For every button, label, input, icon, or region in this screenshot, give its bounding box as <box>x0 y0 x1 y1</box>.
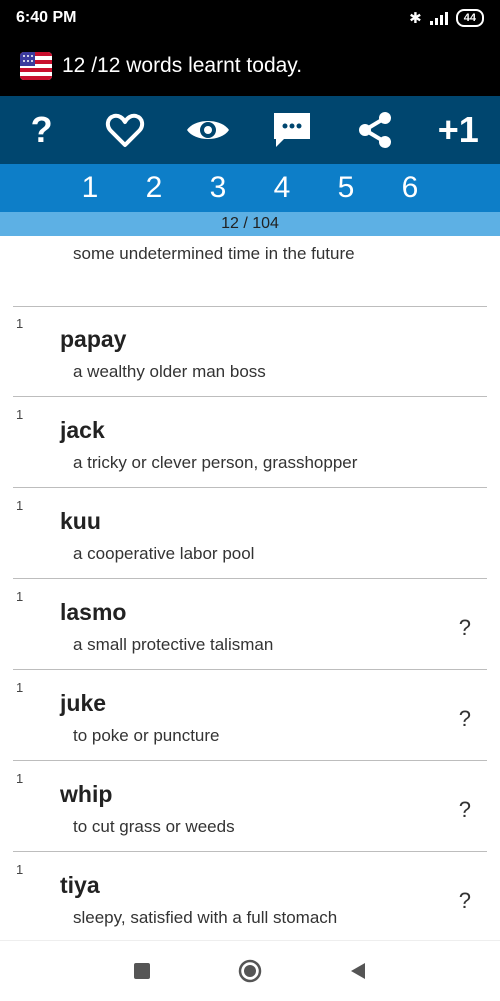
help-button[interactable]: ? <box>12 100 72 160</box>
progress-bar: 12 / 104 <box>0 212 500 236</box>
row-count: 1 <box>16 680 24 695</box>
back-triangle-icon <box>351 963 365 979</box>
row-count: 1 <box>16 407 24 422</box>
level-tab-5[interactable]: 5 <box>331 171 361 205</box>
eye-icon <box>187 121 230 139</box>
row-definition: a small protective talisman <box>73 635 274 654</box>
row-definition: sleepy, satisfied with a full stomach <box>73 908 338 927</box>
level-tab-4[interactable]: 4 <box>267 171 297 205</box>
circle-icon <box>238 959 262 983</box>
list-item[interactable]: 1 tiya sleepy, satisfied with a full sto… <box>13 852 487 940</box>
plus-one-button[interactable]: +1 <box>428 100 488 160</box>
back-button[interactable] <box>343 956 373 986</box>
row-hint[interactable]: ? <box>459 615 471 641</box>
comment-icon <box>273 113 310 147</box>
row-definition: a tricky or clever person, grasshopper <box>73 453 358 472</box>
recents-button[interactable] <box>127 956 157 986</box>
status-time: 6:40 PM <box>16 9 77 26</box>
row-word: kuu <box>60 508 101 534</box>
row-word: whip <box>60 781 113 807</box>
help-icon: ? <box>30 109 53 150</box>
row-word: juke <box>60 690 107 716</box>
row-count: 1 <box>16 316 24 331</box>
list-item[interactable]: 1 kuu a cooperative labor pool <box>13 488 487 579</box>
row-definition: a wealthy older man boss <box>73 362 266 381</box>
level-selector: 1 2 3 4 5 6 <box>0 164 500 212</box>
status-bar: 6:40 PM ✱ 44 <box>0 0 500 36</box>
level-tab-3[interactable]: 3 <box>203 171 233 205</box>
list-item[interactable]: 1 whip to cut grass or weeds ? <box>13 761 487 852</box>
row-count: 1 <box>16 498 24 513</box>
level-tab-6[interactable]: 6 <box>395 171 425 205</box>
level-tab-1[interactable]: 1 <box>75 171 105 205</box>
row-hint[interactable]: ? <box>459 706 471 732</box>
signal-icon <box>429 11 448 25</box>
heart-icon <box>105 113 145 147</box>
row-word: lasmo <box>60 599 127 625</box>
plus-one: +1 <box>437 109 479 150</box>
status-icons: ✱ 44 <box>409 9 484 27</box>
row-definition: a cooperative labor pool <box>73 544 255 563</box>
comment-button[interactable] <box>262 100 322 160</box>
row-hint[interactable]: ? <box>459 888 471 914</box>
row-definition: to poke or puncture <box>73 726 220 745</box>
share-button[interactable] <box>345 100 405 160</box>
square-icon <box>134 963 150 979</box>
home-button[interactable] <box>235 956 265 986</box>
row-word: papay <box>60 326 127 352</box>
reveal-button[interactable] <box>178 100 238 160</box>
list-item[interactable]: soon some undetermined time in the futur… <box>13 236 487 307</box>
app-bar: 12 /12 words learnt today. <box>0 36 500 96</box>
row-count: 1 <box>16 589 24 604</box>
progress-count: 12 / 104 <box>221 215 279 232</box>
word-list[interactable]: soon some undetermined time in the futur… <box>0 236 500 940</box>
row-word: jack <box>60 417 105 443</box>
row-count: 1 <box>16 862 24 877</box>
list-item[interactable]: 1 lasmo a small protective talisman ? <box>13 579 487 670</box>
row-word: tiya <box>60 872 100 898</box>
system-nav-bar <box>0 940 500 1001</box>
row-definition: some undetermined time in the future <box>73 244 355 263</box>
share-icon <box>358 112 391 148</box>
us-flag-icon <box>20 52 52 80</box>
action-toolbar: ? +1 <box>0 96 500 164</box>
list-item[interactable]: 1 jack a tricky or clever person, grassh… <box>13 397 487 488</box>
row-hint[interactable]: ? <box>459 797 471 823</box>
row-count: 1 <box>16 771 24 786</box>
list-item[interactable]: 1 papay a wealthy older man boss <box>13 306 487 397</box>
list-item[interactable]: 1 juke to poke or puncture ? <box>13 670 487 761</box>
favorite-button[interactable] <box>95 100 155 160</box>
bluetooth-icon: ✱ <box>409 10 422 27</box>
row-definition: to cut grass or weeds <box>73 817 235 836</box>
battery-icon: 44 <box>455 9 484 27</box>
page-title: 12 /12 words learnt today. <box>62 54 303 77</box>
level-tab-2[interactable]: 2 <box>139 171 169 205</box>
